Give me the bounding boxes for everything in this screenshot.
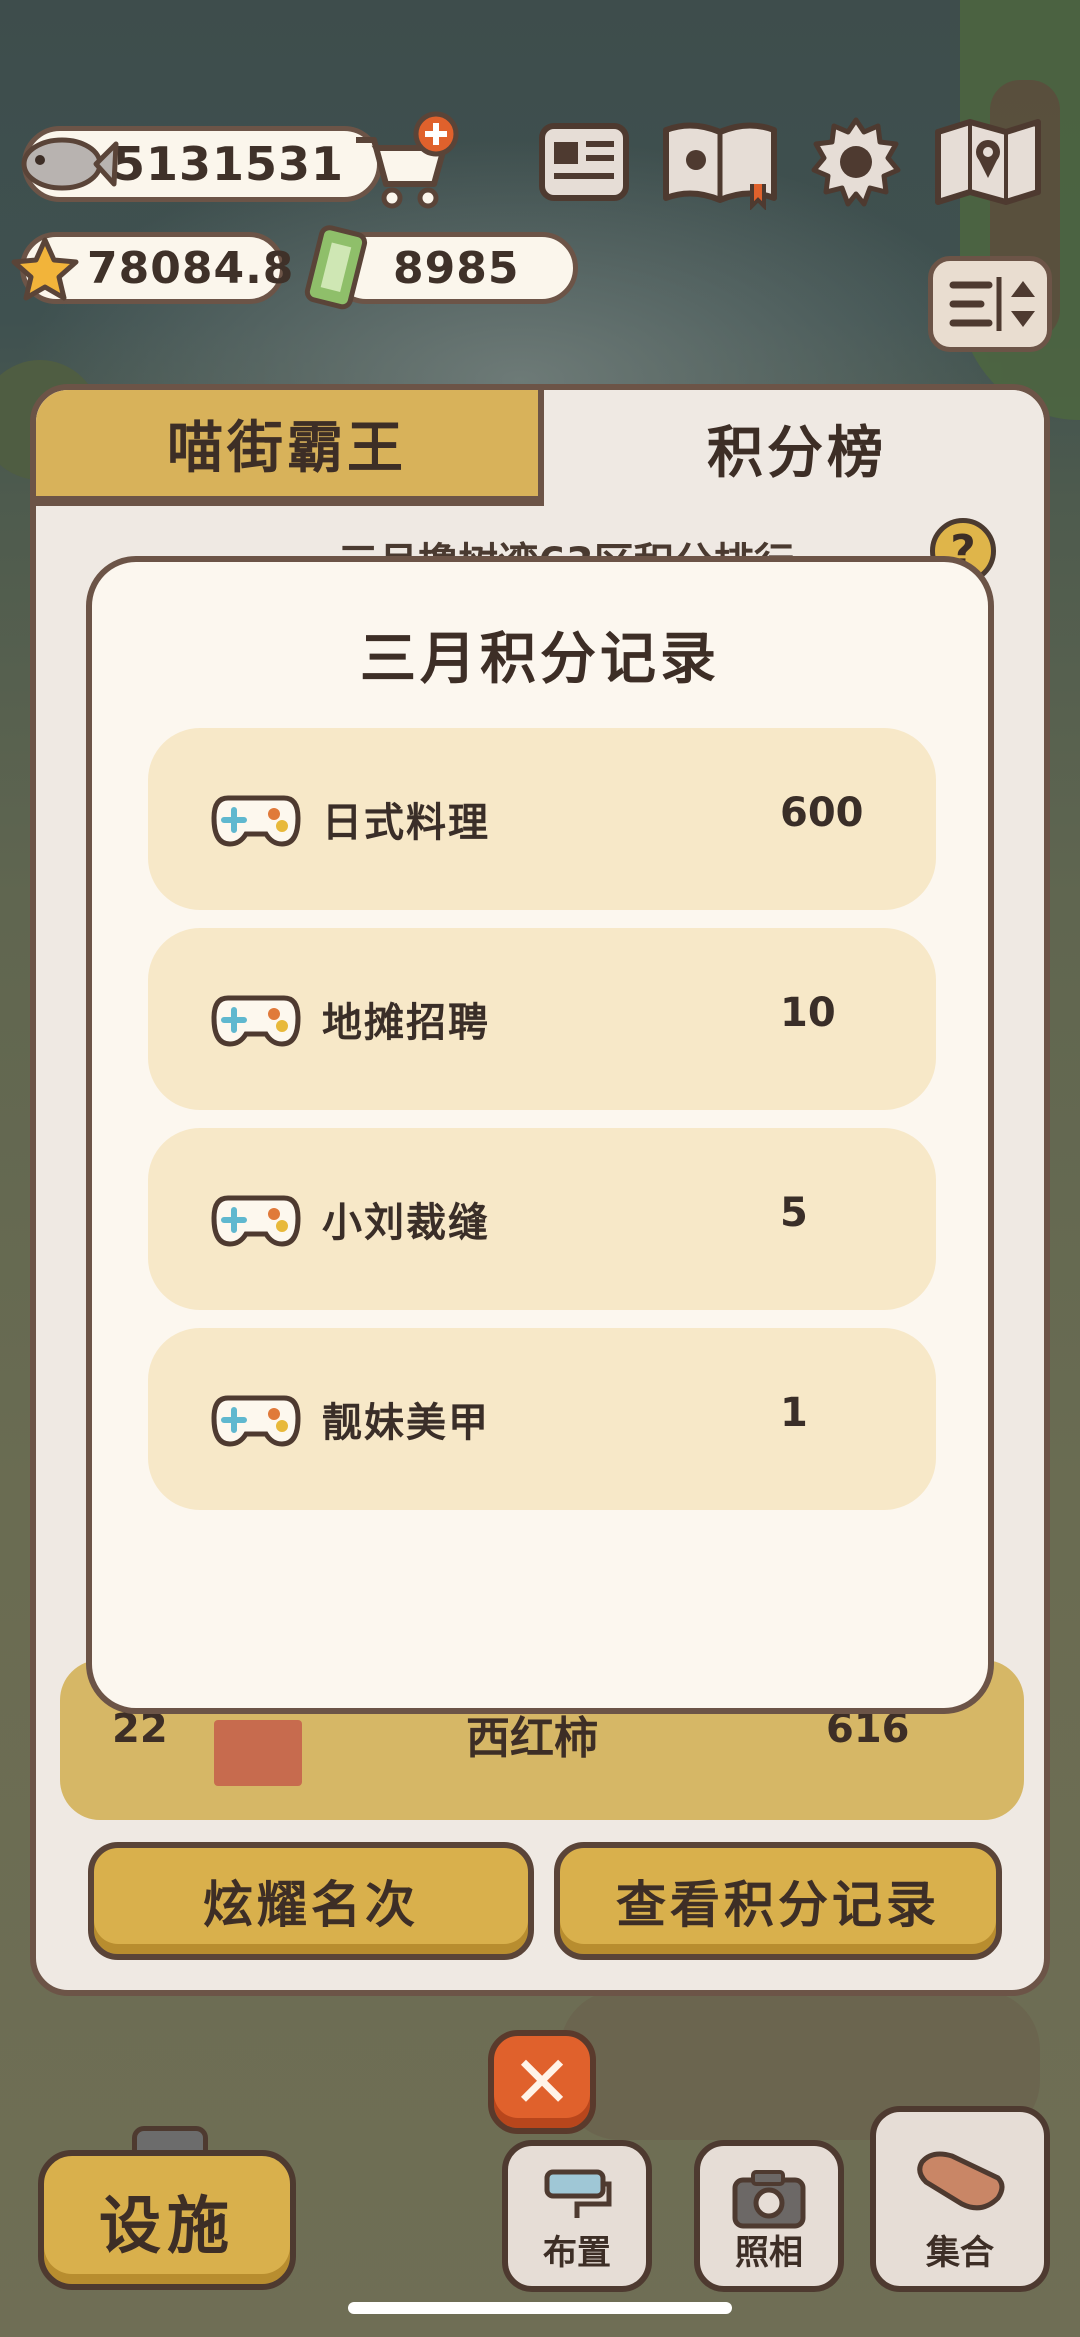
- layout-label: 布置: [543, 2233, 611, 2273]
- gather-button[interactable]: 集合: [870, 2106, 1050, 2292]
- camera-icon: [732, 2170, 806, 2229]
- tab-street-king[interactable]: 喵街霸王: [36, 390, 544, 506]
- record-name: 日式料理: [322, 800, 490, 846]
- sort-icon: [949, 277, 1035, 331]
- record-item: 靓妹美甲 1: [148, 1328, 936, 1510]
- record-item: 小刘裁缝 5: [148, 1128, 936, 1310]
- record-name: 靓妹美甲: [322, 1400, 490, 1446]
- gamepad-icon: [211, 995, 301, 1047]
- record-score: 5: [780, 1190, 808, 1236]
- star-count: 78084.8: [87, 242, 295, 294]
- points-record-dialog: 三月积分记录 日式料理 600 地摊招聘 10 小刘裁缝 5 靓妹美甲 1: [86, 556, 994, 1714]
- record-item: 地摊招聘 10: [148, 928, 936, 1110]
- show-off-rank-button[interactable]: 炫耀名次: [88, 1842, 534, 1960]
- facility-button[interactable]: 设施: [38, 2150, 296, 2290]
- ticket-count: 8985: [393, 242, 520, 294]
- tab-points-ranking-label: 积分榜: [707, 420, 887, 486]
- photo-label: 照相: [735, 2233, 803, 2273]
- gamepad-icon: [211, 1395, 301, 1447]
- gamepad-icon: [211, 795, 301, 847]
- book-icon[interactable]: [660, 114, 780, 210]
- show-off-rank-label: 炫耀名次: [203, 1876, 419, 1934]
- record-score: 10: [780, 990, 836, 1036]
- fish-count: 5131531: [113, 137, 345, 191]
- avatar: [214, 1720, 302, 1786]
- record-score: 1: [780, 1390, 808, 1436]
- tab-street-king-label: 喵街霸王: [167, 415, 407, 481]
- paint-roller-icon: [544, 2169, 612, 2218]
- settings-gear-icon[interactable]: [808, 114, 904, 210]
- sort-toggle-button[interactable]: [928, 256, 1052, 352]
- record-item: 日式料理 600: [148, 728, 936, 910]
- facility-label: 设施: [98, 2189, 235, 2262]
- view-points-record-button[interactable]: 查看积分记录: [554, 1842, 1002, 1960]
- view-points-record-label: 查看积分记录: [616, 1876, 940, 1934]
- map-icon[interactable]: [932, 114, 1044, 210]
- gather-label: 集合: [926, 2233, 994, 2273]
- gamepad-icon: [211, 1195, 301, 1247]
- star-icon: [11, 237, 79, 301]
- dialog-title: 三月积分记录: [360, 627, 720, 692]
- layout-button[interactable]: 布置: [502, 2140, 652, 2292]
- ticket-icon: [304, 225, 368, 310]
- home-indicator[interactable]: [348, 2302, 732, 2314]
- fish-icon: [21, 137, 119, 191]
- whistle-icon: [917, 2151, 1005, 2211]
- close-button[interactable]: ✕: [488, 2030, 596, 2134]
- close-icon: ✕: [511, 2040, 573, 2124]
- record-score: 600: [780, 790, 864, 836]
- newspaper-icon[interactable]: [536, 114, 632, 210]
- tab-points-ranking[interactable]: 积分榜: [544, 390, 1044, 506]
- record-name: 地摊招聘: [322, 1000, 490, 1046]
- photo-button[interactable]: 照相: [694, 2140, 844, 2292]
- record-name: 小刘裁缝: [322, 1200, 490, 1246]
- shop-cart-icon[interactable]: [350, 110, 460, 210]
